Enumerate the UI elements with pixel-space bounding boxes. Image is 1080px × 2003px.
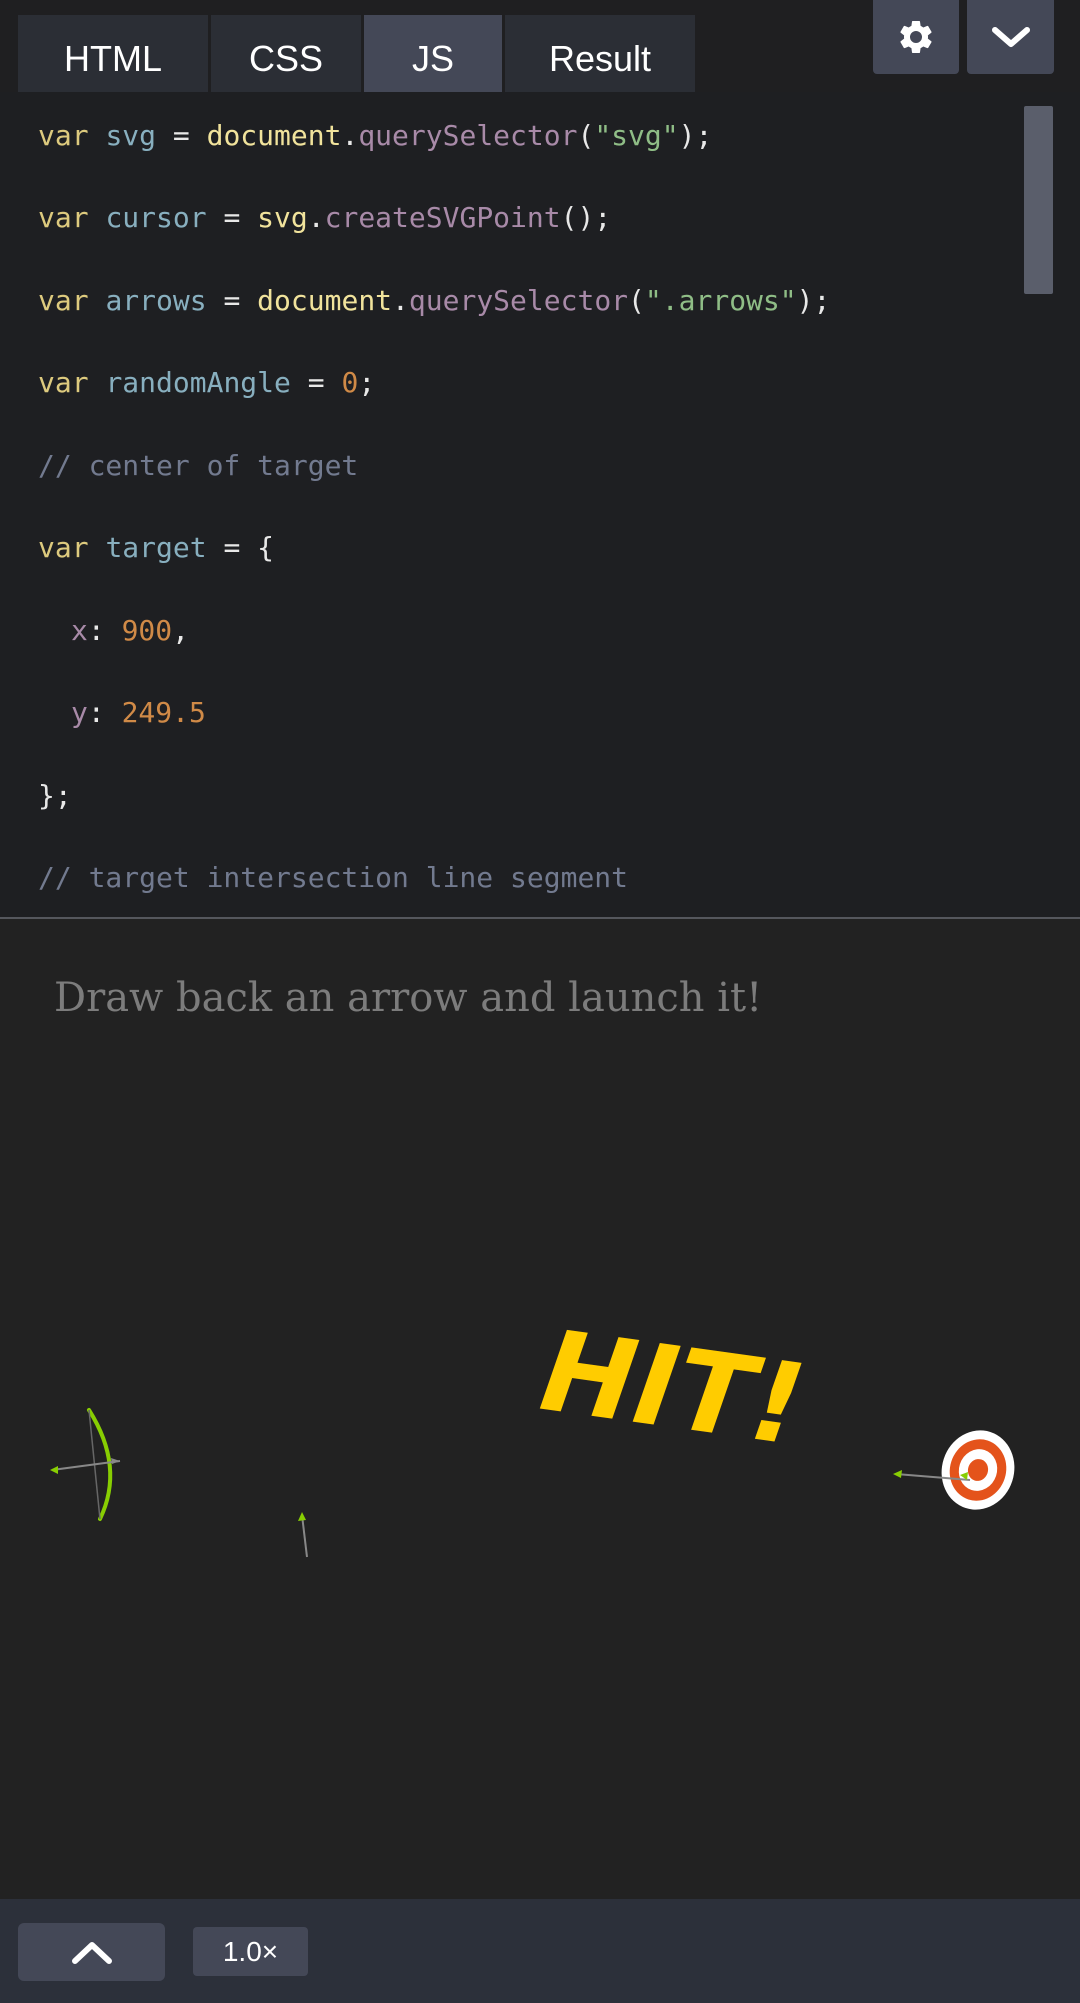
result-preview[interactable]: Draw back an arrow and launch it! HIT!	[0, 919, 1080, 1899]
bow-icon	[50, 1408, 121, 1521]
code-line-6: var target = {	[38, 531, 275, 564]
collapse-button[interactable]	[967, 0, 1054, 74]
settings-button[interactable]	[873, 0, 959, 74]
zoom-button[interactable]: 1.0×	[193, 1927, 308, 1976]
editor-tab-bar: HTML CSS JS Result	[0, 0, 1080, 103]
svg-text:HIT!: HIT!	[534, 1306, 812, 1471]
editor-scrollbar[interactable]	[1024, 106, 1053, 294]
hit-label: HIT!	[534, 1306, 812, 1471]
code-line-7: x: 900,	[71, 614, 190, 647]
chevron-up-icon	[71, 1942, 112, 1964]
code-line-2: var cursor = svg.createSVGPoint();	[38, 201, 612, 234]
tab-result[interactable]: Result	[505, 15, 695, 103]
tab-list: HTML CSS JS Result	[18, 15, 695, 103]
target-icon	[941, 1430, 1015, 1510]
stray-arrow-icon	[298, 1512, 308, 1558]
code-line-3: var arrows = document.querySelector(".ar…	[38, 284, 831, 317]
code-line-9: };	[38, 779, 72, 812]
archery-game-canvas[interactable]: HIT!	[0, 919, 1080, 1899]
expand-button[interactable]	[18, 1923, 165, 1981]
js-code-editor[interactable]: var svg = document.querySelector("svg");…	[0, 92, 1080, 917]
gear-icon	[900, 20, 932, 53]
tab-html[interactable]: HTML	[18, 15, 208, 103]
code-line-1: var svg = document.querySelector("svg");	[38, 119, 713, 152]
code-line-4: var randomAngle = 0;	[38, 366, 376, 399]
code-line-10: // target intersection line segment	[38, 861, 629, 894]
code-line-8: y: 249.5	[71, 696, 206, 729]
code-line-5: // center of target	[38, 449, 359, 482]
tab-js[interactable]: JS	[364, 15, 502, 103]
bottom-toolbar: 1.0×	[0, 1899, 1080, 2003]
tab-css[interactable]: CSS	[211, 15, 361, 103]
chevron-down-icon	[991, 27, 1030, 47]
